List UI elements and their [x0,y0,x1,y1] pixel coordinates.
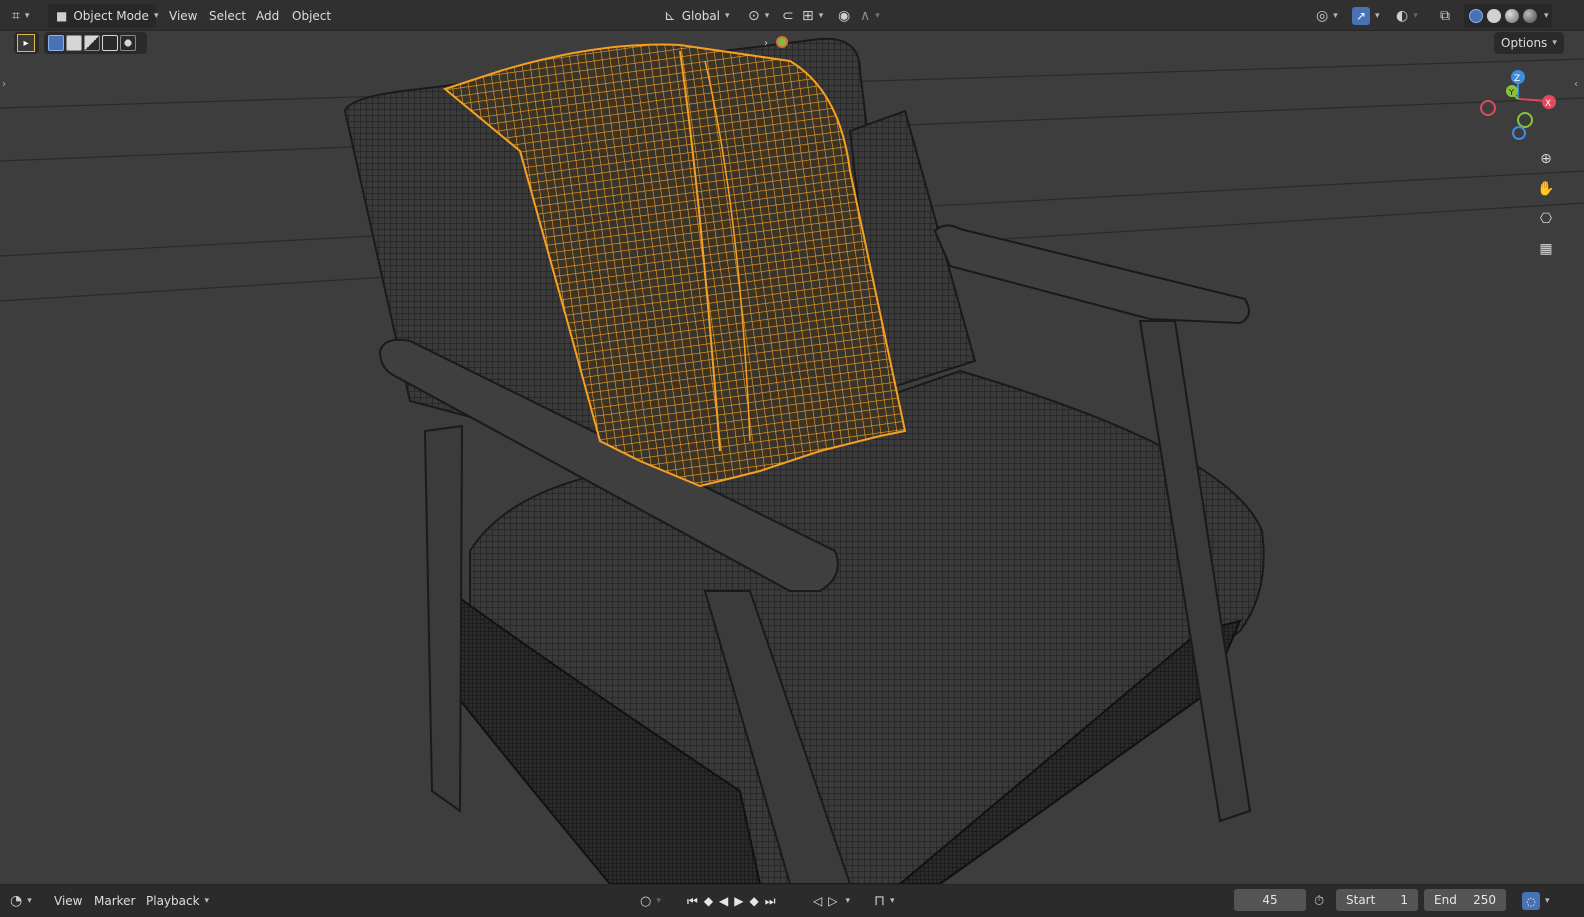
next-keyframe-button[interactable]: ◆ [750,894,759,908]
svg-text:Y: Y [1508,88,1514,97]
svg-text:X: X [1545,99,1551,109]
timeline-gizmo-dropdown[interactable]: ◌ ▾ [1522,889,1550,913]
gizmo-axis-neg-x[interactable] [1480,100,1496,116]
falloff-dropdown[interactable]: ∧ ▾ [860,4,880,28]
orientation-dropdown[interactable]: ⊾ Global ▾ [664,4,740,28]
zoom-button[interactable]: ⊕ [1534,147,1558,171]
gizmo-icon: ↗ [1355,9,1367,23]
snap-toggle[interactable]: ⊂ [782,4,794,28]
chair-leg-front-left [423,424,464,813]
select-box-icon: ▸ [17,34,35,52]
overlay-toggle[interactable]: ◐ ▾ [1396,4,1418,28]
editor-type-button[interactable]: ⌗ ▾ [12,4,29,28]
transform-orientation-icon: ⊾ [664,8,676,24]
zoom-icon: ⊕ [1540,151,1552,167]
menu-select[interactable]: Select [209,4,246,28]
gizmo-axis-neg-y[interactable] [1517,112,1533,128]
shading-material-button[interactable] [1505,9,1519,23]
play-reverse-button[interactable]: ◀ [719,894,728,908]
toolbar-expand-arrow[interactable]: › [2,79,6,90]
jump-start-button[interactable]: ⏮ [687,894,698,909]
snap-magnet-icon: ⊓ [874,893,885,909]
keyframe-nav: ◁ ▷ ▾ [810,889,850,913]
current-frame-field[interactable]: 45 [1234,889,1306,911]
clock-icon: ◔ [10,893,23,909]
editor-type-icon: ⌗ [12,8,20,24]
record-icon: ○ [640,893,652,909]
jump-end-button[interactable]: ⏭ [765,894,776,909]
selection-mode-group [44,32,147,54]
viewport-header: ⌗ ▾ ■ Object Mode ▾ View Select Add Obje… [0,0,1584,31]
keying-dropdown[interactable]: ▾ [845,896,850,906]
timeline-header: ◔ ▾ View Marker Playback ▾ ○ ▾ ⏮ ◆ ◀ ▶ ◆ … [0,884,1584,917]
selection-invert-button[interactable] [102,35,118,51]
selection-subtract-button[interactable] [84,35,100,51]
preview-range-toggle[interactable]: ⏱ [1314,889,1324,913]
gizmo-toggle[interactable]: ↗ ▾ [1352,4,1380,28]
hand-pan-icon: ✋ [1537,181,1555,197]
mode-dropdown[interactable]: ■ Object Mode ▾ [48,4,158,28]
options-dropdown[interactable]: Options ▾ [1494,32,1564,54]
snap-magnet-icon: ⊂ [782,8,794,24]
proportional-editing-icon: ◉ [838,8,851,24]
overlay-icon: ◐ [1396,8,1409,24]
camera-view-icon: ⎔ [1539,211,1553,227]
svg-text:Z: Z [1514,74,1520,84]
xray-toggle[interactable]: ⧉ [1440,4,1450,28]
toggle-ortho-button[interactable]: ▦ [1534,237,1558,261]
selection-extend-button[interactable] [66,35,82,51]
selection-new-button[interactable] [48,35,64,51]
sidebar-expand-arrow[interactable]: ‹ [1574,79,1578,90]
timeline-menu-view[interactable]: View [54,889,82,913]
pivot-point-icon: ⊙ [748,8,760,24]
auto-keying-toggle[interactable]: ○ ▾ [640,889,661,913]
timeline-menu-marker[interactable]: Marker [94,889,135,913]
menu-add[interactable]: Add [256,4,279,28]
shading-options-dropdown[interactable]: ▾ [1544,11,1549,21]
shading-wireframe-button[interactable] [1469,9,1483,23]
frame-snap-dropdown[interactable]: ⊓ ▾ [874,889,894,913]
xray-icon: ⧉ [1440,8,1450,24]
visibility-dropdown[interactable]: ◎ ▾ [1316,4,1338,28]
start-frame-field[interactable]: Start 1 [1336,889,1418,911]
chair-armrest-right [933,224,1250,325]
gizmo-icon: ◌ [1522,892,1540,910]
object-mode-icon: ■ [56,9,68,23]
camera-view-button[interactable]: ⎔ [1534,207,1558,231]
selection-intersect-button[interactable] [120,35,136,51]
eye-visibility-icon: ◎ [1316,8,1329,24]
shading-selector: ▾ [1464,4,1552,28]
timeline-menu-playback[interactable]: Playback ▾ [146,889,209,913]
prev-keyframe-button[interactable]: ◆ [704,894,713,908]
play-button[interactable]: ▶ [734,894,743,908]
menu-object[interactable]: Object [292,4,331,28]
3d-viewport[interactable]: › › ‹ Z X Y ⊕ ✋ ⎔ ▦ [0,31,1584,884]
shading-rendered-button[interactable] [1523,9,1537,23]
scene-render: › [0,36,1584,884]
svg-text:›: › [764,38,768,49]
next-key-button[interactable]: ▷ [828,894,837,908]
pivot-point-dropdown[interactable]: ⊙ ▾ [748,4,769,28]
navigation-gizmo[interactable]: Z X Y [1478,69,1568,159]
end-frame-field[interactable]: End 250 [1424,889,1506,911]
clock-icon: ⏱ [1314,893,1325,909]
prev-key-button[interactable]: ◁ [813,894,822,908]
gizmo-axis-neg-z[interactable] [1512,126,1526,140]
timeline-editor-type-button[interactable]: ◔ ▾ [10,889,32,913]
mode-label: Object Mode [73,9,149,23]
snap-target-dropdown[interactable]: ⊞ ▾ [802,4,823,28]
pan-button[interactable]: ✋ [1534,177,1558,201]
snap-increment-icon: ⊞ [802,8,814,24]
active-tool-button[interactable]: ▸ [14,32,39,54]
grid-ortho-icon: ▦ [1539,241,1553,257]
menu-view[interactable]: View [169,4,197,28]
falloff-curve-icon: ∧ [860,8,871,24]
proportional-editing-toggle[interactable]: ◉ [838,4,850,28]
object-origin-marker [776,36,788,48]
playback-controls: ⏮ ◆ ◀ ▶ ◆ ⏭ [684,889,779,913]
shading-solid-button[interactable] [1487,9,1501,23]
